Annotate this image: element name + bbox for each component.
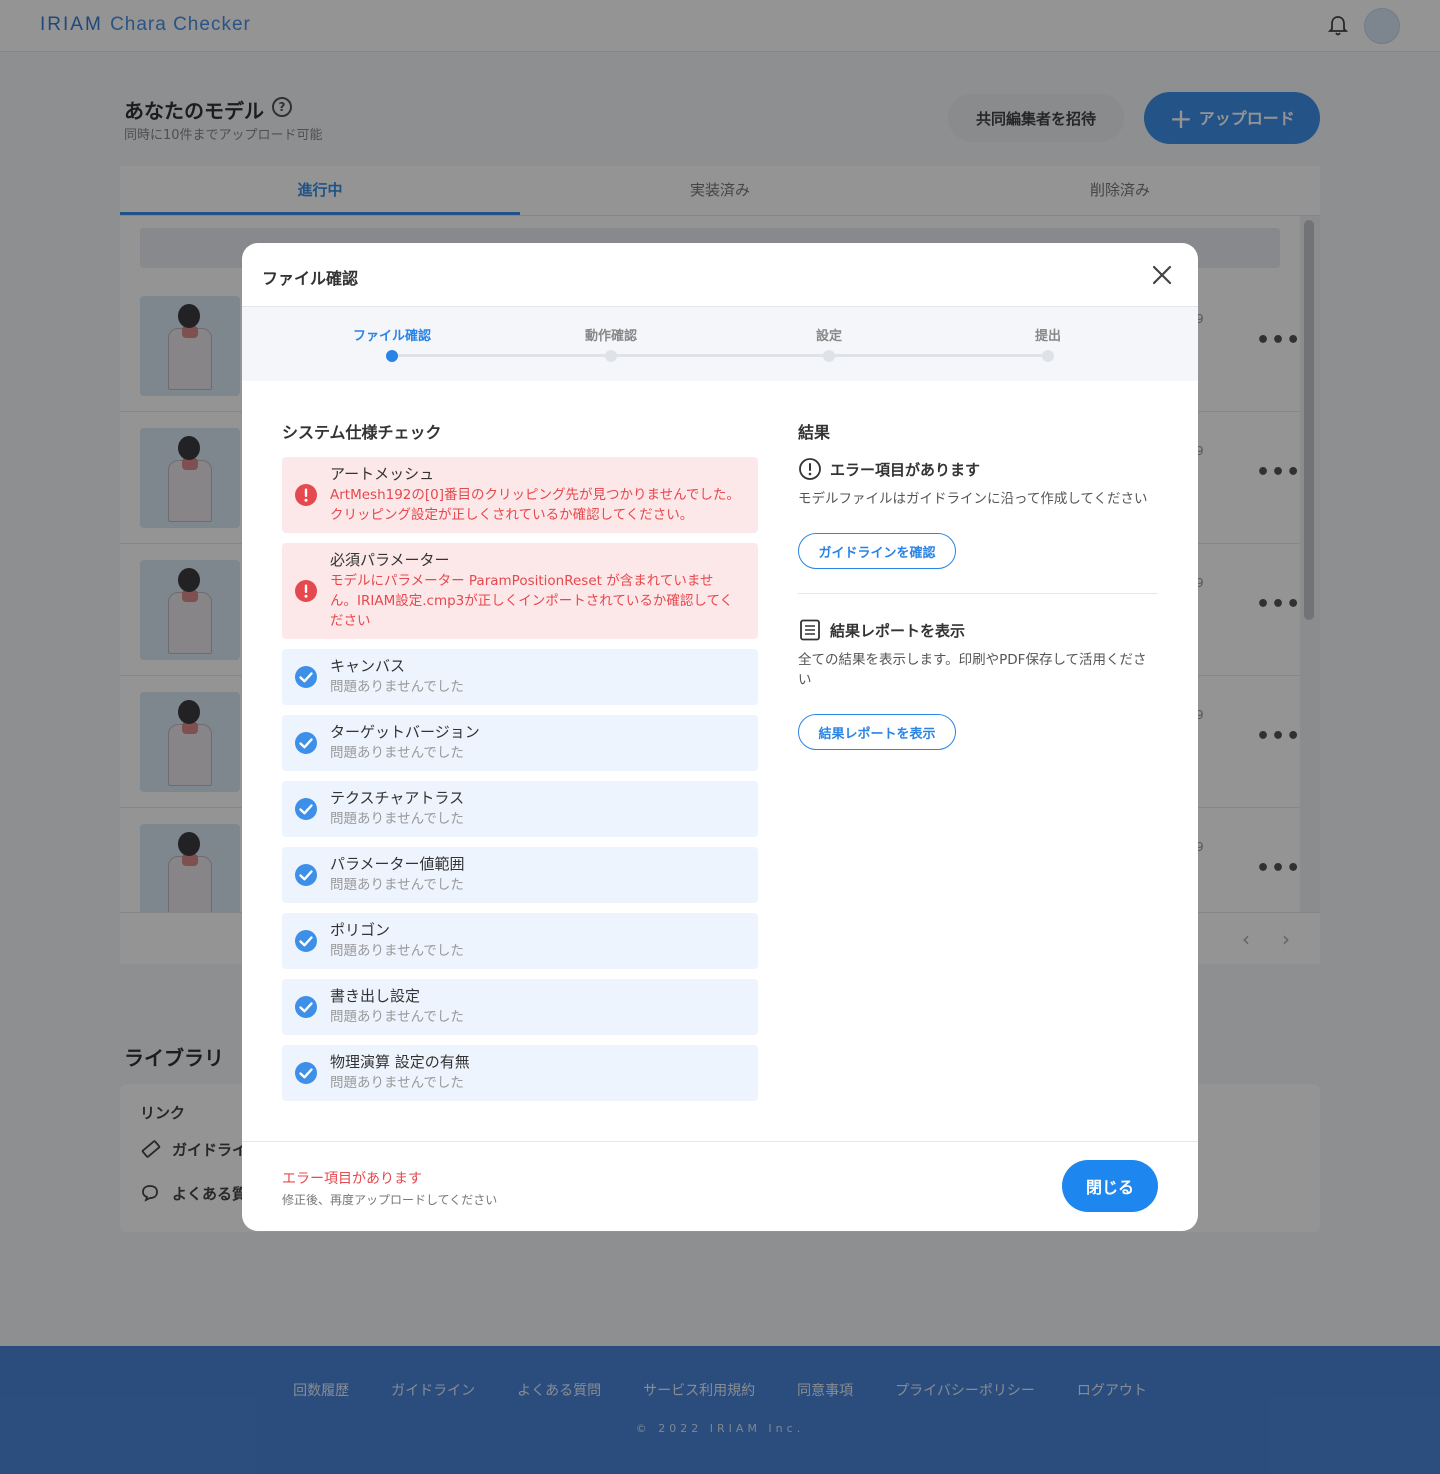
check-name: ターゲットバージョン (330, 723, 480, 741)
check-name: テクスチャアトラス (330, 789, 465, 807)
check-item-artmesh: アートメッシュ ArtMesh192の[0]番目のクリッピング先が見つかりません… (282, 457, 758, 533)
check-item-param-range: パラメーター値範囲 問題ありませんでした (282, 847, 758, 903)
result-title: 結果 (798, 423, 831, 442)
check-guideline-button[interactable]: ガイドラインを確認 (798, 533, 956, 569)
step-dot (605, 350, 617, 362)
step-motion-check: 動作確認 (584, 329, 637, 344)
check-circle-icon (295, 864, 317, 886)
check-item-target-version: ターゲットバージョン 問題ありませんでした (282, 715, 758, 771)
file-check-modal: ファイル確認 ファイル確認 動作確認 設定 提出 システム仕様チェック アートメ… (242, 243, 1198, 1231)
report-list-icon (800, 619, 820, 641)
exclamation-circle-icon (799, 458, 821, 480)
checks-title: システム仕様チェック (282, 423, 442, 442)
check-circle-icon (295, 666, 317, 688)
result-error-heading: エラー項目があります (830, 461, 981, 479)
progress-stepper: ファイル確認 動作確認 設定 提出 (242, 306, 1198, 381)
check-name: 物理演算 設定の有無 (330, 1053, 470, 1071)
check-name: パラメーター値範囲 (330, 855, 465, 873)
check-name: キャンバス (330, 657, 406, 675)
result-error-text: モデルファイルはガイドラインに沿って作成してください (798, 491, 1148, 507)
check-item-canvas: キャンバス 問題ありませんでした (282, 649, 758, 705)
check-name: 必須パラメーター (330, 551, 450, 569)
step-dot-active (386, 350, 398, 362)
check-item-polygon: ポリゴン 問題ありませんでした (282, 913, 758, 969)
step-settings: 設定 (815, 329, 842, 344)
step-dot (1042, 350, 1054, 362)
modal-title: ファイル確認 (262, 269, 359, 288)
check-circle-icon (295, 930, 317, 952)
step-submit: 提出 (1034, 329, 1061, 344)
check-name: 書き出し設定 (330, 987, 421, 1005)
check-circle-icon (295, 798, 317, 820)
error-icon (295, 580, 317, 602)
check-message: 問題ありませんでした (330, 943, 464, 959)
result-report-text: 全ての結果を表示します。印刷やPDF保存して活用ください (798, 652, 1147, 688)
result-divider (798, 593, 1158, 594)
check-item-export-settings: 書き出し設定 問題ありませんでした (282, 979, 758, 1035)
check-name: アートメッシュ (330, 465, 435, 483)
footer-error-text: エラー項目があります (282, 1171, 422, 1187)
check-message: モデルにパラメーター ParamPositionReset が含まれていません。… (330, 573, 734, 629)
check-message: ArtMesh192の[0]番目のクリッピング先が見つかりませんでした。クリッピ… (330, 487, 740, 523)
error-icon (295, 484, 317, 506)
modal-footer: エラー項目があります 修正後、再度アップロードしてください 閉じる (242, 1141, 1198, 1231)
step-dot (823, 350, 835, 362)
check-message: 問題ありませんでした (330, 877, 464, 893)
check-item-physics: 物理演算 設定の有無 問題ありませんでした (282, 1045, 758, 1101)
show-report-button[interactable]: 結果レポートを表示 (798, 714, 956, 750)
check-message: 問題ありませんでした (330, 745, 464, 761)
check-circle-icon (295, 996, 317, 1018)
check-message: 問題ありませんでした (330, 811, 464, 827)
footer-sub-text: 修正後、再度アップロードしてください (282, 1193, 498, 1207)
check-circle-icon (295, 732, 317, 754)
check-message: 問題ありませんでした (330, 1009, 464, 1025)
check-message: 問題ありませんでした (330, 1075, 464, 1091)
check-message: 問題ありませんでした (330, 679, 464, 695)
step-file-check: ファイル確認 (352, 329, 431, 344)
check-item-required-params: 必須パラメーター モデルにパラメーター ParamPositionReset が… (282, 543, 758, 639)
stepper-track (392, 354, 1048, 357)
close-icon[interactable] (1148, 261, 1176, 289)
result-report-heading: 結果レポートを表示 (830, 622, 966, 640)
check-name: ポリゴン (330, 921, 391, 939)
check-item-texture-atlas: テクスチャアトラス 問題ありませんでした (282, 781, 758, 837)
close-button[interactable]: 閉じる (1062, 1160, 1158, 1212)
check-circle-icon (295, 1062, 317, 1084)
